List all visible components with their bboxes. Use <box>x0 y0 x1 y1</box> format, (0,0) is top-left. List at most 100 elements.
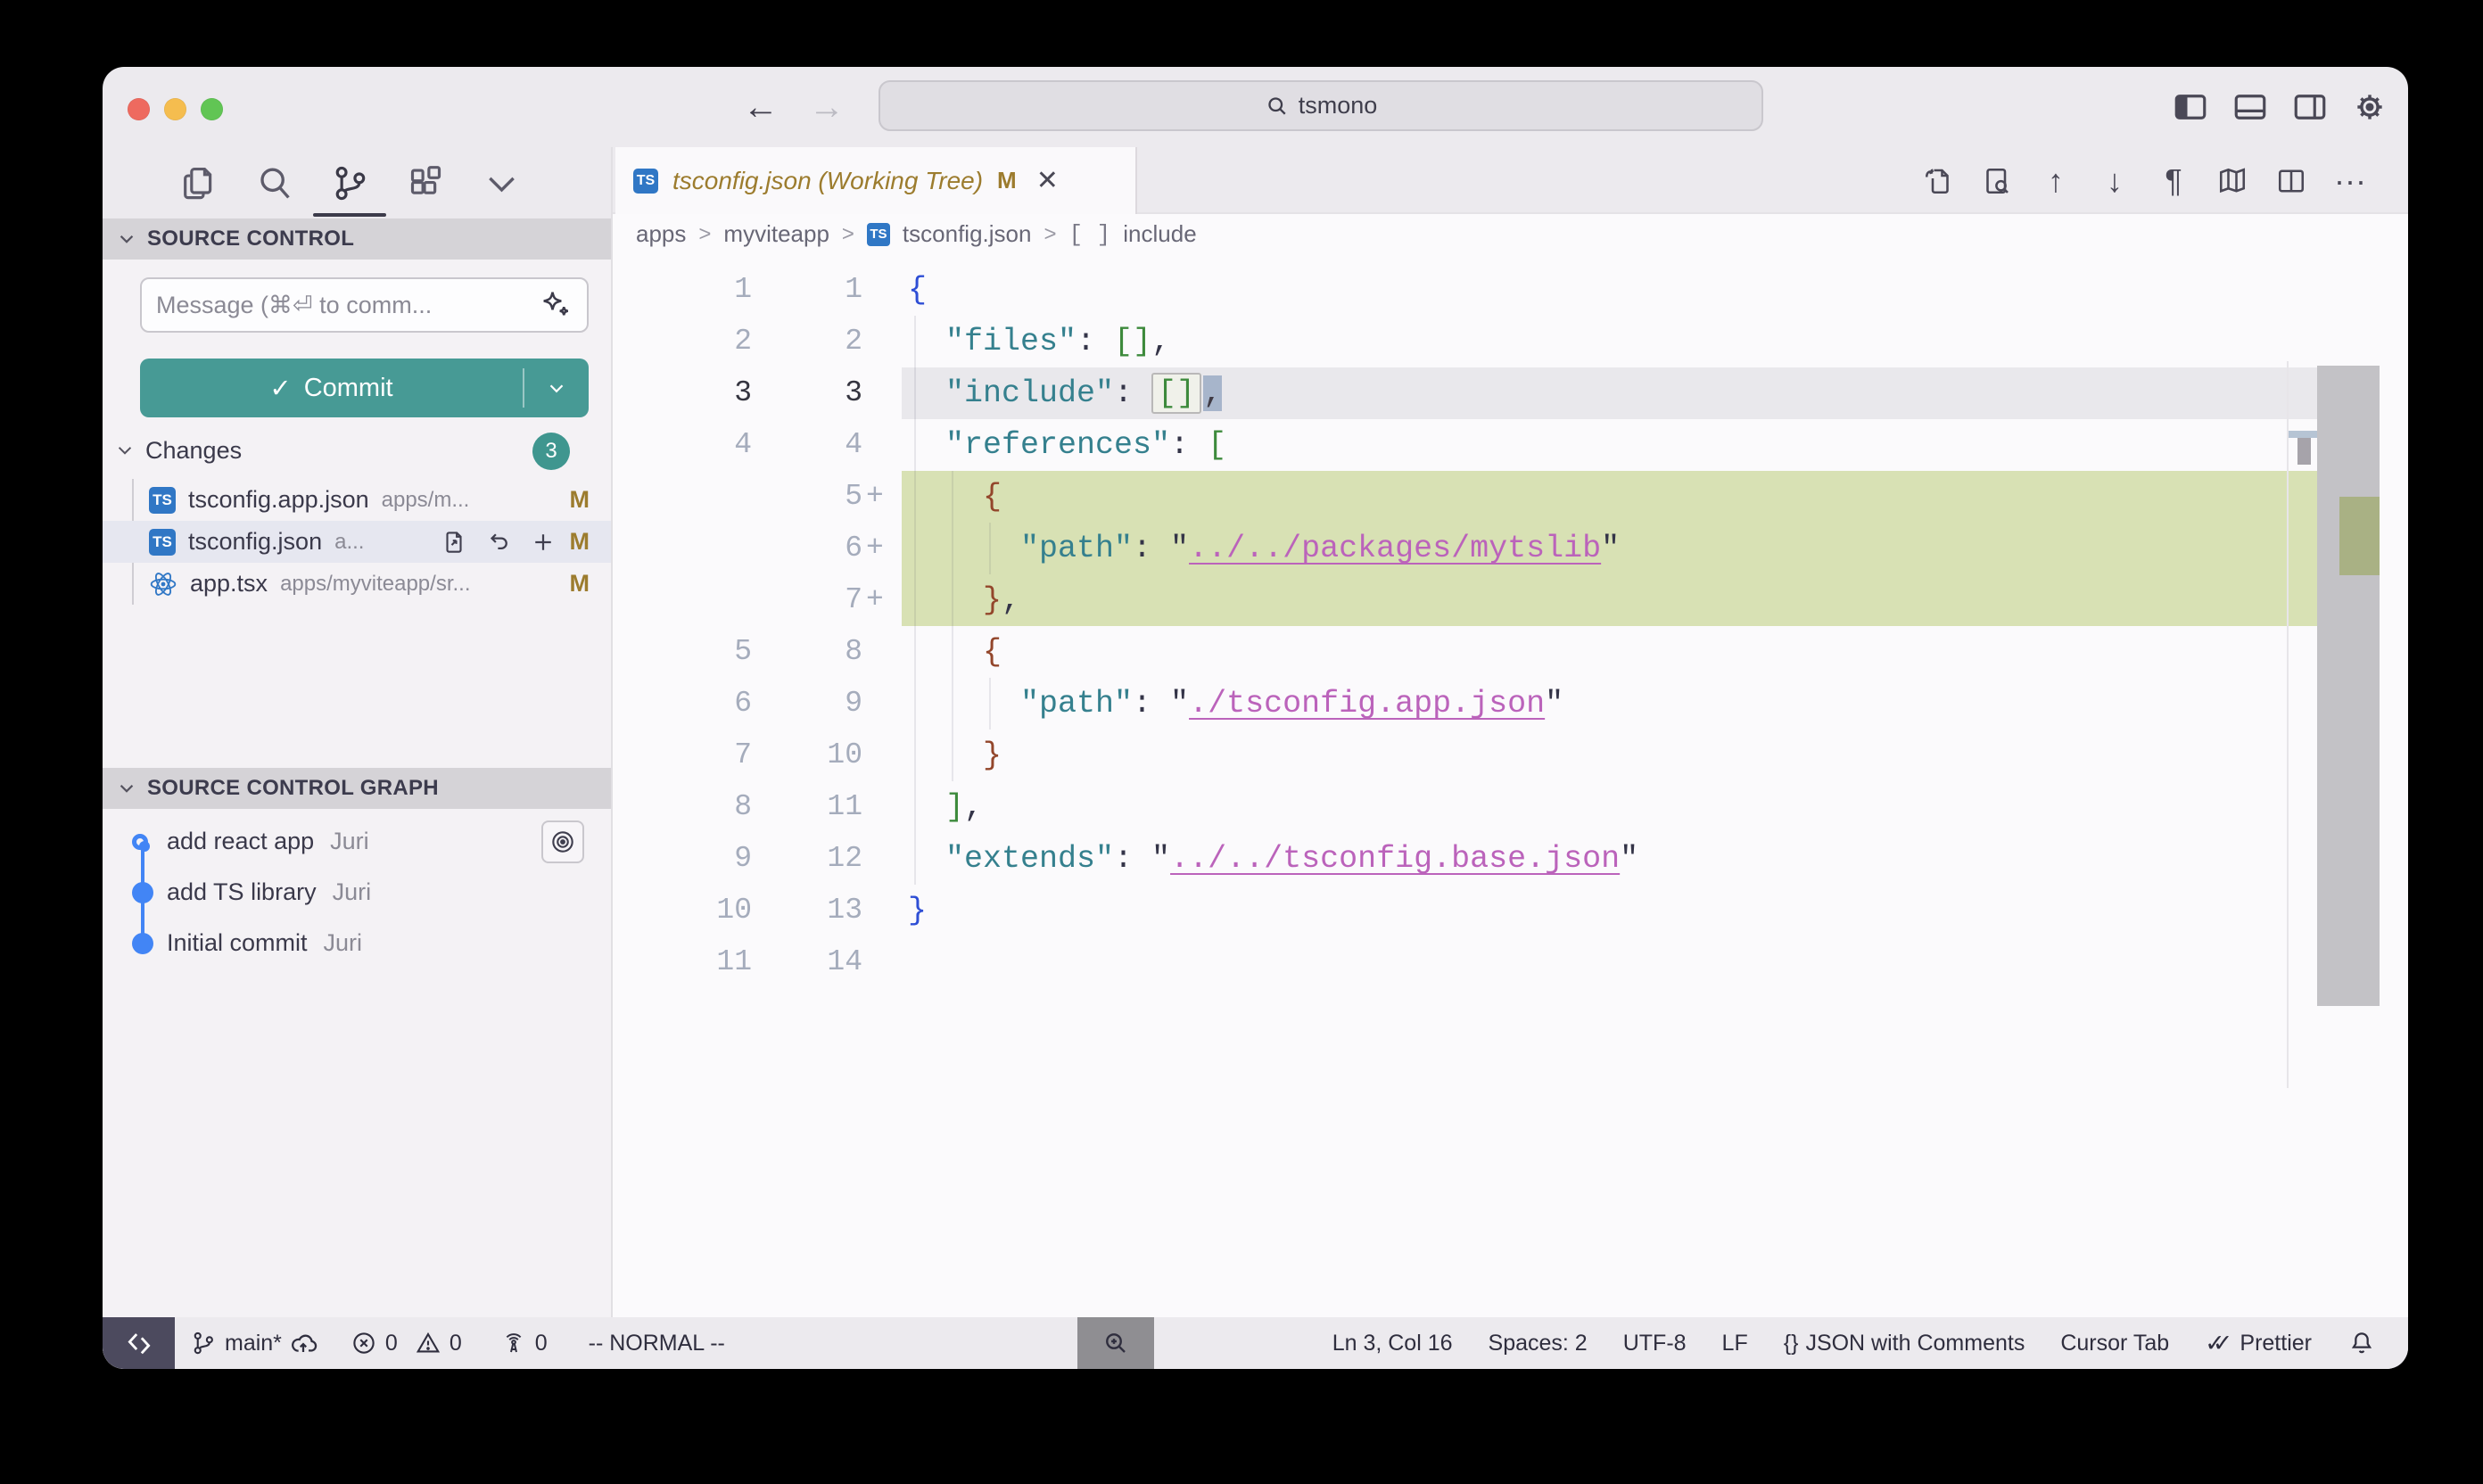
line-number-modified[interactable]: 2 <box>752 316 862 367</box>
explorer-icon[interactable] <box>178 163 219 203</box>
line-number-modified[interactable]: 4 <box>752 419 862 471</box>
back-arrow-icon[interactable]: ← <box>743 87 779 128</box>
breadcrumb-item-tsconfig-json[interactable]: tsconfig.json <box>903 220 1032 248</box>
commit-button[interactable]: ✓ Commit <box>140 359 589 417</box>
tab-tsconfig-json-working-tree[interactable]: TS tsconfig.json (Working Tree) M ✕ <box>615 147 1137 214</box>
command-center-search[interactable]: tsmono <box>879 80 1763 131</box>
language-mode-status-item[interactable]: {} JSON with Comments <box>1784 1331 2025 1356</box>
line-number-modified[interactable]: 8 <box>752 626 862 678</box>
breadcrumb-item-apps[interactable]: apps <box>636 220 686 248</box>
path-link[interactable]: ../../packages/mytslib <box>1189 531 1601 566</box>
close-window-button[interactable] <box>128 98 150 120</box>
change-row-app-tsx[interactable]: app.tsx apps/myviteapp/sr... M <box>103 563 611 605</box>
zoom-window-button[interactable] <box>201 98 223 120</box>
line-number-original[interactable]: 11 <box>613 936 752 988</box>
line-number-modified[interactable]: 7 <box>752 574 862 626</box>
code-line[interactable]: 912"extends": "../../tsconfig.base.json" <box>613 833 2408 885</box>
code-line[interactable]: 22"files": [], <box>613 316 2408 367</box>
line-number-original[interactable]: 9 <box>613 833 752 885</box>
line-number-modified[interactable]: 10 <box>752 730 862 781</box>
line-number-original[interactable]: 8 <box>613 781 752 833</box>
problems-status-item[interactable]: 0 0 <box>350 1329 462 1357</box>
discard-changes-icon[interactable] <box>484 528 513 556</box>
line-number-modified[interactable]: 3 <box>752 367 862 419</box>
line-number-original[interactable]: 7 <box>613 730 752 781</box>
eol-status-item[interactable]: LF <box>1722 1331 1748 1356</box>
review-changes-icon[interactable] <box>1980 164 2014 198</box>
indentation-status-item[interactable]: Spaces: 2 <box>1489 1331 1588 1356</box>
source-control-view-icon[interactable] <box>330 163 370 203</box>
search-view-icon[interactable] <box>254 163 294 203</box>
open-changes-file-icon[interactable] <box>1921 164 1955 198</box>
commit-dropdown-button[interactable] <box>524 376 589 400</box>
line-number-original[interactable]: 4 <box>613 419 752 471</box>
code-line[interactable]: 811], <box>613 781 2408 833</box>
line-number-original[interactable]: 3 <box>613 367 752 419</box>
code-line[interactable]: 11{ <box>613 264 2408 316</box>
line-number-modified[interactable]: 11 <box>752 781 862 833</box>
path-link[interactable]: ../../tsconfig.base.json <box>1170 841 1620 877</box>
line-number-modified[interactable]: 13 <box>752 885 862 936</box>
formatter-status-item[interactable]: ✓✓ Prettier <box>2205 1330 2312 1357</box>
previous-change-arrow-icon[interactable]: ↑ <box>2039 164 2073 198</box>
vim-mode-indicator[interactable]: -- NORMAL -- <box>589 1331 725 1356</box>
code-line[interactable]: 710} <box>613 730 2408 781</box>
split-editor-icon[interactable] <box>2274 164 2308 198</box>
line-number-modified[interactable]: 12 <box>752 833 862 885</box>
more-actions-ellipsis-icon[interactable]: ··· <box>2333 164 2367 198</box>
render-whitespace-pilcrow-icon[interactable]: ¶ <box>2157 164 2190 198</box>
map-outline-icon[interactable] <box>2215 164 2249 198</box>
change-row-tsconfig-json[interactable]: TS tsconfig.json a... <box>103 521 611 563</box>
minimize-window-button[interactable] <box>164 98 186 120</box>
line-number-modified[interactable]: 5 <box>752 471 862 523</box>
line-number-modified[interactable]: 14 <box>752 936 862 988</box>
toggle-panel-icon[interactable] <box>2231 88 2269 126</box>
commit-row-add-ts-library[interactable]: add TS library Juri <box>103 867 611 918</box>
commit-row-add-react-app[interactable]: add react app Juri <box>103 816 611 867</box>
line-number-original[interactable]: 1 <box>613 264 752 316</box>
code-line[interactable]: 33"include": [], <box>613 367 2408 419</box>
next-change-arrow-icon[interactable]: ↓ <box>2098 164 2132 198</box>
branch-status-item[interactable]: main* <box>189 1329 318 1357</box>
copilot-sparkle-icon[interactable] <box>540 289 573 321</box>
more-views-chevron-icon[interactable] <box>482 163 522 203</box>
toggle-sidebar-left-icon[interactable] <box>2172 88 2209 126</box>
goto-commit-target-button[interactable] <box>541 820 584 863</box>
code-line[interactable]: 58{ <box>613 626 2408 678</box>
forward-arrow-icon[interactable]: → <box>809 87 845 128</box>
line-number-original[interactable]: 2 <box>613 316 752 367</box>
source-control-section-header[interactable]: SOURCE CONTROL <box>103 218 611 260</box>
close-tab-icon[interactable]: ✕ <box>1036 165 1059 196</box>
cursor-tab-status-item[interactable]: Cursor Tab <box>2060 1331 2169 1356</box>
stage-changes-icon[interactable] <box>529 528 557 556</box>
code-line[interactable]: 1114 <box>613 936 2408 988</box>
commit-row-initial-commit[interactable]: Initial commit Juri <box>103 918 611 969</box>
breadcrumb-item-myviteapp[interactable]: myviteapp <box>723 220 829 248</box>
code-line[interactable]: 44"references": [ <box>613 419 2408 471</box>
code-line[interactable]: 1013} <box>613 885 2408 936</box>
settings-gear-icon[interactable] <box>2351 88 2388 126</box>
code-line[interactable]: 5+{ <box>613 471 2408 523</box>
breadcrumb-item-include[interactable]: include <box>1123 220 1196 248</box>
change-row-tsconfig-app-json[interactable]: TS tsconfig.app.json apps/m... M <box>103 479 611 521</box>
diff-code-area[interactable]: 11{22"files": [],33"include": [],44"refe… <box>613 254 2408 1317</box>
open-file-icon[interactable] <box>440 528 468 556</box>
remote-indicator-button[interactable] <box>103 1317 175 1369</box>
changes-section-header[interactable]: Changes 3 <box>115 431 597 470</box>
ports-status-item[interactable]: 0 <box>499 1329 548 1357</box>
code-line[interactable]: 6+"path": "../../packages/mytslib" <box>613 523 2408 574</box>
cursor-position-status-item[interactable]: Ln 3, Col 16 <box>1332 1331 1453 1356</box>
line-number-original[interactable]: 5 <box>613 626 752 678</box>
line-number-original[interactable]: 6 <box>613 678 752 730</box>
editor-scrollbar[interactable] <box>2317 366 2380 1006</box>
line-number-modified[interactable]: 9 <box>752 678 862 730</box>
encoding-status-item[interactable]: UTF-8 <box>1623 1331 1687 1356</box>
code-line[interactable]: 7+}, <box>613 574 2408 626</box>
extensions-view-icon[interactable] <box>406 163 446 203</box>
toggle-sidebar-right-icon[interactable] <box>2291 88 2329 126</box>
line-number-modified[interactable]: 1 <box>752 264 862 316</box>
line-number-modified[interactable]: 6 <box>752 523 862 574</box>
zoom-status-item[interactable] <box>1077 1317 1154 1369</box>
commit-message-input[interactable]: Message (⌘⏎ to comm... <box>140 277 589 333</box>
code-line[interactable]: 69"path": "./tsconfig.app.json" <box>613 678 2408 730</box>
